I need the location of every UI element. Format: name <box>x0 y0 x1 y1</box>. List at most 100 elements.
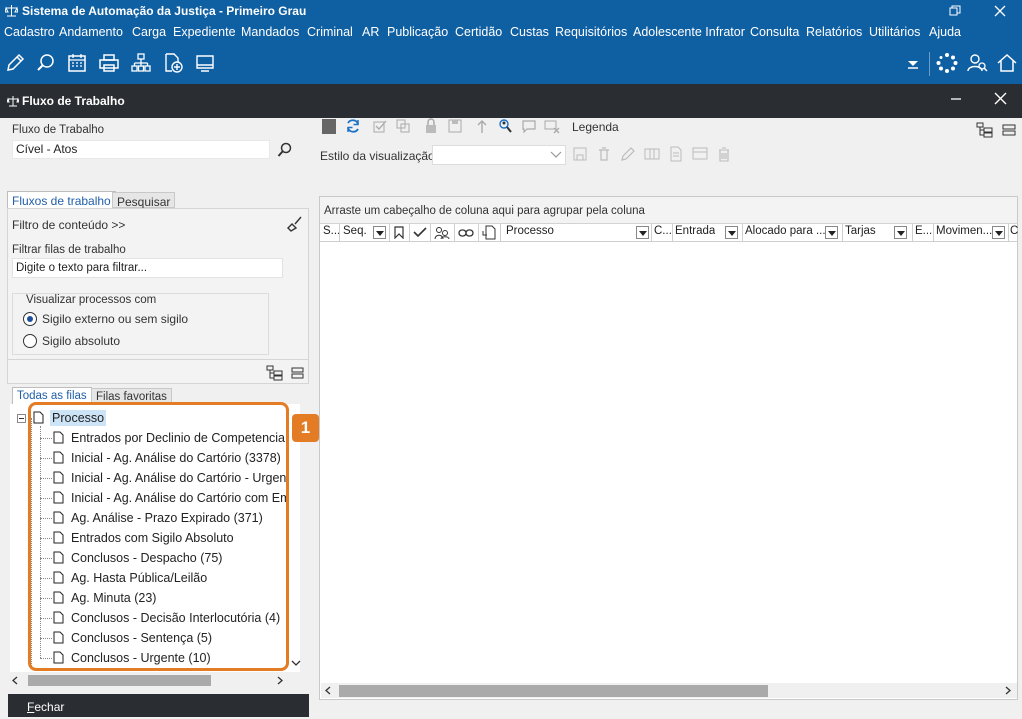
minimize-panel-button[interactable] <box>946 92 966 112</box>
stop-icon[interactable] <box>322 119 336 134</box>
add-page-icon[interactable] <box>162 52 184 74</box>
find-user-icon[interactable] <box>497 118 513 134</box>
column-filter-dropdown[interactable] <box>825 226 838 239</box>
comment-icon[interactable] <box>521 118 537 134</box>
close-label-rest: echar <box>34 700 65 714</box>
view-style-select[interactable] <box>432 145 566 165</box>
save-queue-icon[interactable] <box>447 118 463 134</box>
people-icon[interactable] <box>434 226 450 240</box>
screen-icon[interactable] <box>194 52 216 74</box>
title-bar: Sistema de Automação da Justiça - Primei… <box>0 0 1022 22</box>
link-icon[interactable] <box>458 227 474 239</box>
column-c[interactable]: C... <box>654 225 671 237</box>
export-view-icon[interactable] <box>692 146 708 162</box>
menu-expediente[interactable]: Expediente <box>173 25 236 39</box>
menu-mandados[interactable]: Mandados <box>241 25 299 39</box>
queue-filter-input[interactable]: Digite o texto para filtrar... <box>12 258 283 278</box>
radio-external-secrecy[interactable] <box>23 312 37 326</box>
save-view-icon[interactable] <box>572 146 588 162</box>
group-by-panel[interactable]: Arraste um cabeçalho de coluna aqui para… <box>320 197 1017 224</box>
tree-view-icon[interactable] <box>266 365 284 381</box>
search-icon[interactable] <box>277 142 293 158</box>
printer-icon[interactable] <box>98 52 120 74</box>
refresh-icon[interactable] <box>345 118 361 134</box>
scroll-left-icon[interactable] <box>12 676 18 685</box>
column-filter-dropdown[interactable] <box>992 226 1005 239</box>
collapse-toggle[interactable] <box>17 414 26 423</box>
delete-view-icon[interactable] <box>596 146 612 162</box>
restore-button[interactable] <box>935 0 975 22</box>
scrollbar-thumb[interactable] <box>339 685 768 697</box>
column-s[interactable]: S... <box>323 225 340 237</box>
loading-icon[interactable] <box>936 52 958 74</box>
close-button[interactable]: Fechar <box>8 694 309 717</box>
menu-ar[interactable]: AR <box>362 25 379 39</box>
menu-consulta[interactable]: Consulta <box>750 25 799 39</box>
legend-label[interactable]: Legenda <box>572 120 619 134</box>
tab-flows[interactable]: Fluxos de trabalho <box>7 191 116 208</box>
menu-custas[interactable]: Custas <box>510 25 549 39</box>
menu-criminal[interactable]: Criminal <box>307 25 353 39</box>
dropdown-arrow-icon[interactable] <box>902 52 924 74</box>
search-process-icon[interactable] <box>35 52 57 74</box>
clear-filter-icon[interactable] <box>287 216 303 232</box>
content-filter-toggle[interactable]: Filtro de conteúdo >> <box>12 218 125 232</box>
scroll-left-icon[interactable] <box>325 686 331 695</box>
list-view-icon[interactable] <box>291 367 304 379</box>
radio-external-secrecy-label[interactable]: Sigilo externo ou sem sigilo <box>42 312 188 326</box>
tree-view-icon[interactable] <box>976 122 994 138</box>
edit-view-icon[interactable] <box>620 146 636 162</box>
column-filter-dropdown[interactable] <box>636 226 649 239</box>
user-search-icon[interactable] <box>966 52 988 74</box>
calendar-icon[interactable] <box>66 52 88 74</box>
menu-publicacao[interactable]: Publicação <box>387 25 448 39</box>
columns-icon[interactable] <box>644 146 660 162</box>
menu-andamento[interactable]: Andamento <box>59 25 123 39</box>
bookmark-icon[interactable] <box>394 226 404 239</box>
scroll-down-icon[interactable] <box>291 659 301 667</box>
menu-utilitarios[interactable]: Utilitários <box>869 25 920 39</box>
scrollbar-thumb[interactable] <box>28 675 211 686</box>
radio-absolute-secrecy[interactable] <box>23 334 37 348</box>
scroll-right-icon[interactable] <box>1005 686 1011 695</box>
workflow-input[interactable]: Cível - Atos <box>12 140 270 159</box>
column-alocado[interactable]: Alocado para ... <box>745 225 825 237</box>
column-movimento[interactable]: Movimen... <box>936 225 992 237</box>
select-all-icon[interactable] <box>372 118 388 134</box>
column-filter-dropdown[interactable] <box>373 226 386 239</box>
grid-horizontal-scrollbar[interactable] <box>321 683 1017 698</box>
trash-icon[interactable] <box>716 146 732 162</box>
column-e[interactable]: E... <box>915 225 932 237</box>
menu-certidao[interactable]: Certidão <box>455 25 502 39</box>
column-processo[interactable]: Processo <box>506 225 554 237</box>
tree-horizontal-scrollbar[interactable] <box>10 673 290 687</box>
menu-cadastro[interactable]: Cadastro <box>4 25 55 39</box>
menu-requisitorios[interactable]: Requisitórios <box>555 25 627 39</box>
lock-icon[interactable] <box>423 118 439 134</box>
menu-ajuda[interactable]: Ajuda <box>929 25 961 39</box>
mail-remove-icon[interactable] <box>544 118 560 134</box>
column-filter-dropdown[interactable] <box>725 226 738 239</box>
close-window-button[interactable] <box>980 0 1020 22</box>
menu-relatorios[interactable]: Relatórios <box>806 25 862 39</box>
tab-search[interactable]: Pesquisar <box>112 192 176 209</box>
list-view-icon[interactable] <box>1002 124 1016 136</box>
column-c2[interactable]: C <box>1010 225 1018 237</box>
close-panel-button[interactable] <box>990 92 1010 112</box>
column-entrada[interactable]: Entrada <box>675 225 715 237</box>
column-seq[interactable]: Seq. <box>343 225 367 237</box>
edit-icon[interactable] <box>4 52 26 74</box>
move-up-icon[interactable] <box>474 118 490 134</box>
document-view-icon[interactable] <box>668 146 684 162</box>
menu-carga[interactable]: Carga <box>132 25 166 39</box>
scroll-right-icon[interactable] <box>277 676 283 685</box>
column-filter-dropdown[interactable] <box>894 226 907 239</box>
copy-icon[interactable] <box>395 118 411 134</box>
radio-absolute-secrecy-label[interactable]: Sigilo absoluto <box>42 334 120 348</box>
column-tarjas[interactable]: Tarjas <box>845 225 876 237</box>
menu-adolescente-infrator[interactable]: Adolescente Infrator <box>633 25 745 39</box>
organization-icon[interactable] <box>130 52 152 74</box>
home-icon[interactable] <box>996 52 1018 74</box>
check-icon[interactable] <box>413 227 427 238</box>
attachment-icon[interactable] <box>482 225 496 240</box>
